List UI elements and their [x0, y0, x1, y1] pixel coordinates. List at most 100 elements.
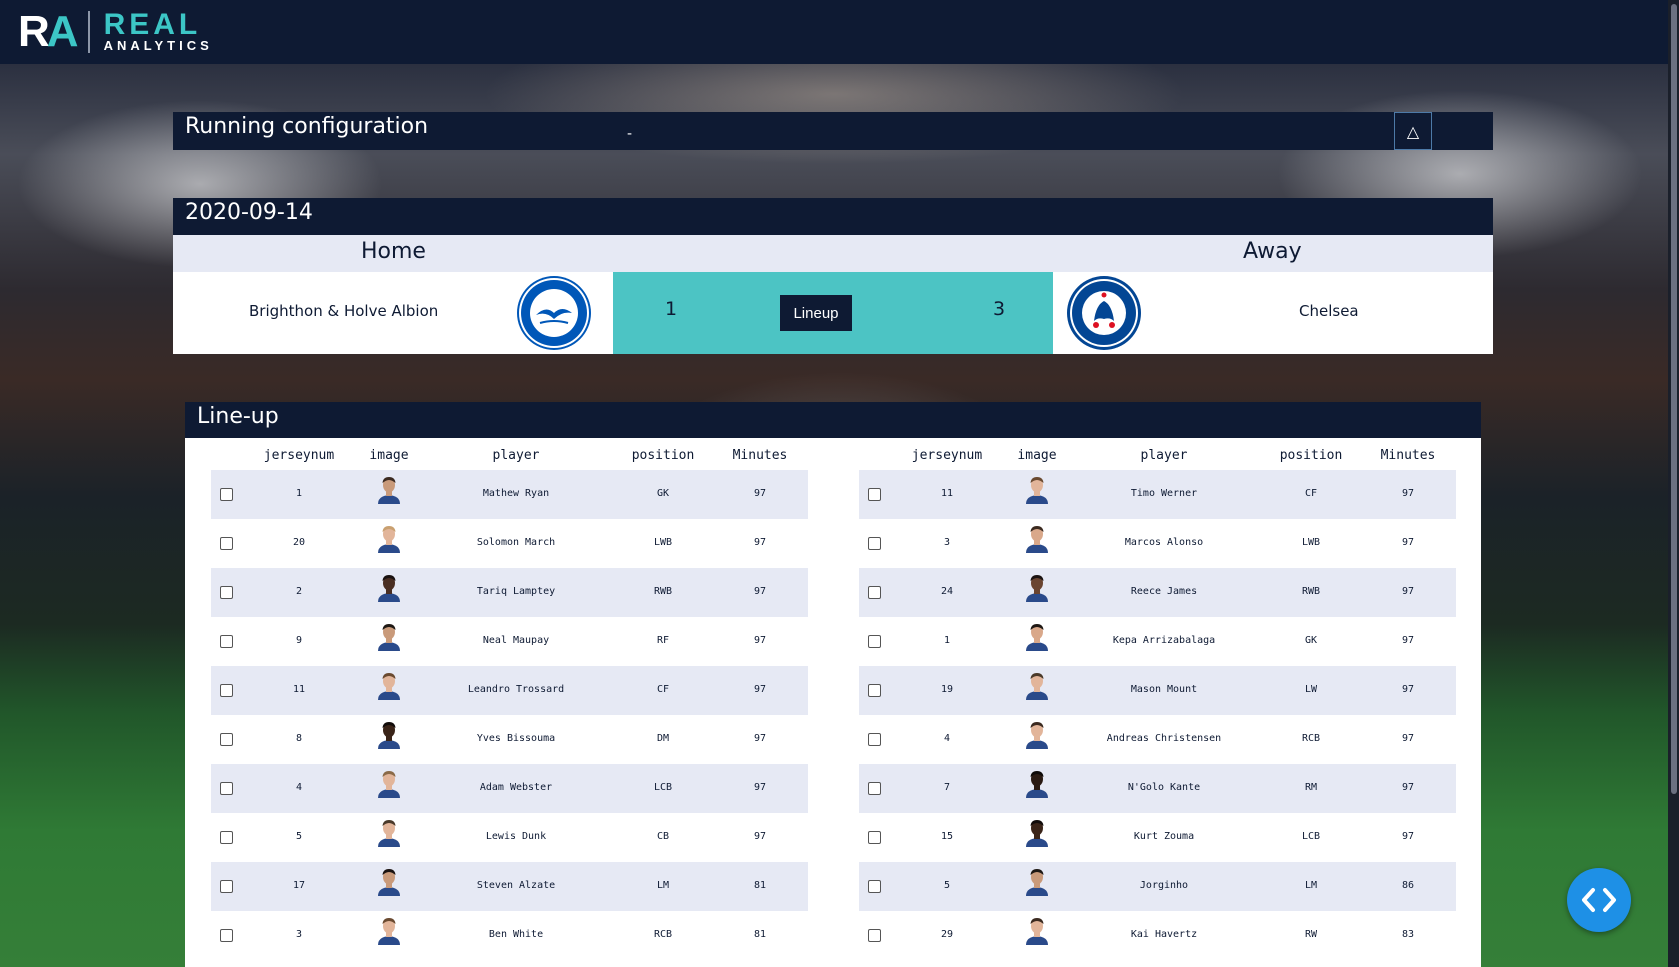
jersey-number: 7: [943, 782, 951, 793]
player-minutes: 97: [1401, 537, 1415, 548]
row-select-checkbox[interactable]: [868, 782, 881, 795]
score-cell: 1 Lineup 3: [613, 272, 1053, 354]
jersey-number: 3: [943, 537, 951, 548]
scrollbar-thumb[interactable]: [1671, 4, 1677, 794]
column-header-player[interactable]: player: [493, 448, 540, 463]
player-name: Steven Alzate: [476, 880, 556, 891]
column-header-image[interactable]: image: [1017, 448, 1056, 463]
player-position: LWB: [1301, 537, 1321, 548]
row-select-checkbox[interactable]: [868, 488, 881, 501]
table-row: 9 Neal Maupay RF 97: [211, 617, 808, 666]
jersey-number: 4: [943, 733, 951, 744]
collapse-toggle-button[interactable]: △: [1394, 112, 1432, 150]
running-configuration-bar: Running configuration - △: [173, 112, 1493, 150]
row-select-checkbox[interactable]: [220, 586, 233, 599]
player-position: LCB: [1301, 831, 1321, 842]
column-header-position[interactable]: position: [1280, 448, 1343, 463]
player-name: Marcos Alonso: [1124, 537, 1204, 548]
player-position: LM: [656, 880, 670, 891]
table-row: 24 Reece James RWB 97: [859, 568, 1456, 617]
row-select-checkbox[interactable]: [220, 684, 233, 697]
table-row: 5 Lewis Dunk CB 97: [211, 813, 808, 862]
player-photo-icon: [1026, 575, 1048, 602]
column-header-image[interactable]: image: [369, 448, 408, 463]
row-select-checkbox[interactable]: [220, 537, 233, 550]
player-photo-icon: [1026, 624, 1048, 651]
table-row: 29 Kai Havertz RW 83: [859, 911, 1456, 960]
jersey-number: 5: [943, 880, 951, 891]
match-date: 2020-09-14: [185, 200, 313, 225]
player-name: Ben White: [488, 929, 544, 940]
player-minutes: 97: [1401, 782, 1415, 793]
row-select-checkbox[interactable]: [220, 733, 233, 746]
row-select-checkbox[interactable]: [220, 635, 233, 648]
player-name: Kepa Arrizabalaga: [1112, 635, 1216, 646]
player-name: Jorginho: [1139, 880, 1189, 891]
row-select-checkbox[interactable]: [868, 733, 881, 746]
column-header-position[interactable]: position: [632, 448, 695, 463]
running-configuration-title: Running configuration: [185, 114, 429, 139]
player-photo-icon: [378, 624, 400, 651]
player-photo-icon: [378, 477, 400, 504]
player-photo-icon: [378, 771, 400, 798]
table-row: 19 Mason Mount LW 97: [859, 666, 1456, 715]
code-toggle-button[interactable]: [1567, 868, 1631, 932]
table-row: 2 Tariq Lamptey RWB 97: [211, 568, 808, 617]
real-analytics-logo[interactable]: RA REAL ANALYTICS: [18, 10, 213, 54]
row-select-checkbox[interactable]: [868, 831, 881, 844]
lineup-title: Line-up: [197, 404, 279, 429]
home-away-header: Home Away: [173, 235, 1493, 272]
column-header-minutes[interactable]: Minutes: [733, 448, 788, 463]
player-photo-icon: [1026, 477, 1048, 504]
player-photo-icon: [378, 869, 400, 896]
match-date-bar: 2020-09-14: [173, 198, 1493, 235]
player-position: RWB: [653, 586, 673, 597]
table-row: 4 Adam Webster LCB 97: [211, 764, 808, 813]
logo-monogram: RA: [18, 7, 79, 56]
player-minutes: 97: [1401, 831, 1415, 842]
row-select-checkbox[interactable]: [868, 537, 881, 550]
player-name: Yves Bissouma: [476, 733, 556, 744]
player-photo-icon: [378, 673, 400, 700]
player-minutes: 97: [1401, 635, 1415, 646]
player-position: DM: [656, 733, 670, 744]
row-select-checkbox[interactable]: [220, 880, 233, 893]
row-select-checkbox[interactable]: [868, 929, 881, 942]
row-select-checkbox[interactable]: [868, 635, 881, 648]
row-select-checkbox[interactable]: [220, 488, 233, 501]
row-select-checkbox[interactable]: [868, 684, 881, 697]
player-name: Mathew Ryan: [482, 488, 550, 499]
player-name: Reece James: [1130, 586, 1198, 597]
row-select-checkbox[interactable]: [868, 586, 881, 599]
lineup-panel: Line-up jerseynum image player position …: [185, 402, 1481, 967]
player-position: LWB: [653, 537, 673, 548]
player-position: RF: [656, 635, 670, 646]
table-row: 11 Timo Werner CF 97: [859, 470, 1456, 519]
row-select-checkbox[interactable]: [220, 782, 233, 795]
row-select-checkbox[interactable]: [868, 880, 881, 893]
player-position: CF: [1304, 488, 1318, 499]
player-photo-icon: [1026, 918, 1048, 945]
home-team-cell: Brighthon & Holve Albion: [173, 272, 613, 354]
row-select-checkbox[interactable]: [220, 929, 233, 942]
jersey-number: 9: [295, 635, 303, 646]
jersey-number: 8: [295, 733, 303, 744]
row-select-checkbox[interactable]: [220, 831, 233, 844]
lineup-button[interactable]: Lineup: [780, 295, 852, 331]
page-scrollbar[interactable]: [1668, 0, 1679, 967]
player-minutes: 97: [1401, 586, 1415, 597]
home-team-name: Brighthon & Holve Albion: [249, 302, 439, 320]
lineup-header: Line-up: [185, 402, 1481, 438]
jersey-number: 17: [292, 880, 306, 891]
column-header-minutes[interactable]: Minutes: [1381, 448, 1436, 463]
column-header-jerseynum[interactable]: jerseynum: [912, 448, 982, 463]
table-row: 11 Leandro Trossard CF 97: [211, 666, 808, 715]
player-name: Andreas Christensen: [1106, 733, 1222, 744]
column-header-player[interactable]: player: [1141, 448, 1188, 463]
player-minutes: 97: [753, 831, 767, 842]
column-header-jerseynum[interactable]: jerseynum: [264, 448, 334, 463]
home-score: 1: [665, 298, 678, 320]
player-name: N'Golo Kante: [1127, 782, 1201, 793]
table-row: 3 Marcos Alonso LWB 97: [859, 519, 1456, 568]
home-label: Home: [361, 239, 426, 264]
